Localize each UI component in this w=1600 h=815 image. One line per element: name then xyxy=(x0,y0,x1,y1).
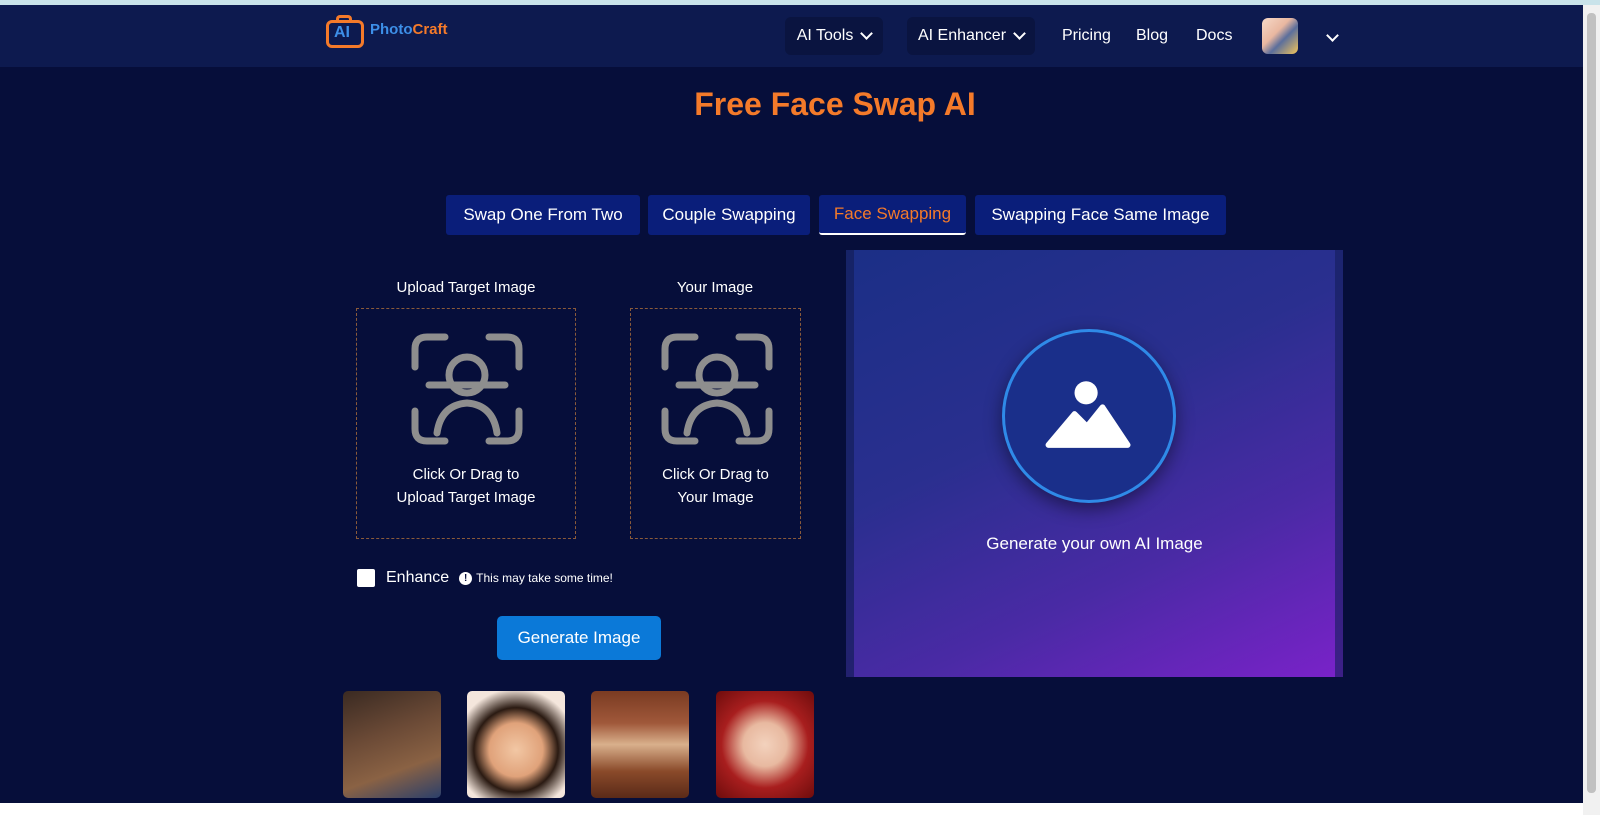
preview-caption: Generate your own AI Image xyxy=(986,534,1203,553)
sample-image-4[interactable] xyxy=(716,691,814,798)
generate-image-button[interactable]: Generate Image xyxy=(497,616,661,660)
enhance-option: Enhance ! This may take some time! xyxy=(357,568,613,588)
nav-docs-link[interactable]: Docs xyxy=(1196,27,1232,45)
chevron-down-icon xyxy=(1013,27,1026,40)
nav-pricing-link[interactable]: Pricing xyxy=(1062,27,1111,45)
tab-swap-one-from-two[interactable]: Swap One From Two xyxy=(446,195,640,235)
target-image-dropzone[interactable]: Click Or Drag to Upload Target Image xyxy=(356,308,576,539)
site-logo[interactable]: AI PhotoCraft xyxy=(326,12,448,52)
user-avatar[interactable] xyxy=(1262,18,1298,54)
your-image-dropzone[interactable]: Click Or Drag to Your Image xyxy=(630,308,801,539)
scrollbar[interactable] xyxy=(1583,5,1600,815)
image-icon xyxy=(1045,381,1131,448)
nav-ai-tools-dropdown[interactable]: AI Tools xyxy=(785,17,883,55)
page-title: Free Face Swap AI xyxy=(694,86,976,122)
target-image-label: Upload Target Image xyxy=(396,279,536,296)
nav-ai-enhancer-dropdown[interactable]: AI Enhancer xyxy=(907,17,1035,55)
face-scan-icon xyxy=(661,333,773,445)
tab-couple-swapping[interactable]: Couple Swapping xyxy=(648,195,810,235)
chevron-down-icon xyxy=(860,27,874,40)
sample-image-3[interactable] xyxy=(591,691,689,798)
preview-icon-circle xyxy=(1002,329,1176,503)
tab-face-swapping[interactable]: Face Swapping xyxy=(819,195,966,235)
face-scan-icon xyxy=(411,333,523,445)
target-upload-hint: Click Or Drag to Upload Target Image xyxy=(396,466,536,506)
preview-panel: Generate your own AI Image xyxy=(846,250,1343,677)
logo-mark: AI xyxy=(334,24,350,41)
sample-image-1[interactable] xyxy=(343,691,441,798)
enhance-label: Enhance xyxy=(386,569,450,586)
enhance-checkbox[interactable] xyxy=(357,569,375,587)
nav-blog-link[interactable]: Blog xyxy=(1136,27,1168,45)
camera-logo-icon: AI xyxy=(326,14,368,50)
your-upload-hint: Click Or Drag to Your Image xyxy=(662,466,769,506)
page-bottom-strip xyxy=(0,803,1583,815)
sample-image-2[interactable] xyxy=(467,691,565,798)
your-image-label: Your Image xyxy=(676,279,754,296)
nav-ai-enhancer-label: AI Enhancer xyxy=(917,27,1007,44)
info-icon: ! xyxy=(459,571,473,585)
enhance-note: This may take some time! xyxy=(476,571,613,585)
tab-swapping-face-same-image[interactable]: Swapping Face Same Image xyxy=(975,195,1226,235)
nav-ai-tools-label: AI Tools xyxy=(796,27,854,44)
brand-name: PhotoCraft xyxy=(370,20,448,38)
